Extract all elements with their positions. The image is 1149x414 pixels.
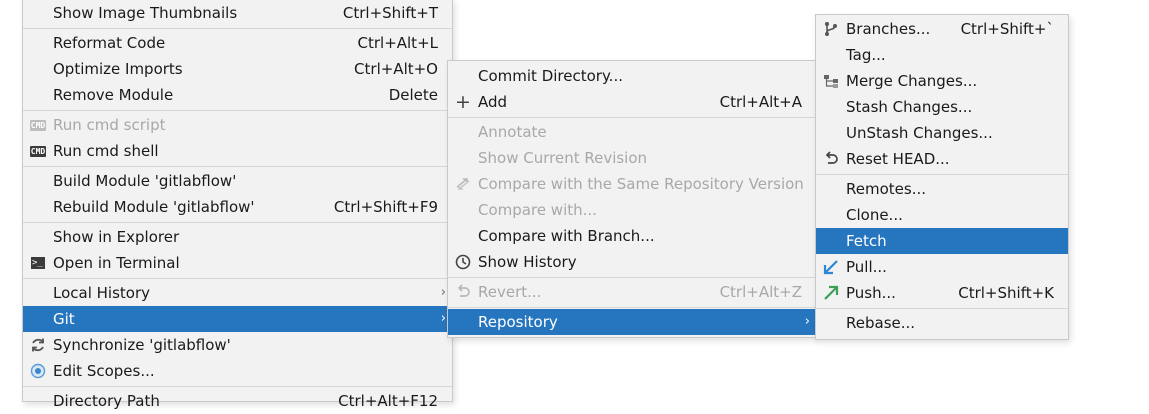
separator [448, 117, 816, 118]
menu-item-reset-head[interactable]: Reset HEAD... [816, 146, 1068, 172]
submenu-arrow-icon: › [804, 314, 810, 329]
menu-item-fetch[interactable]: Fetch [816, 228, 1068, 254]
menu-item-unstash-changes[interactable]: UnStash Changes... [816, 120, 1068, 146]
menu-item-remove-module[interactable]: Remove Module Delete [23, 82, 452, 108]
undo-icon [822, 150, 840, 168]
menu-item-compare-with-branch[interactable]: Compare with Branch... [448, 223, 816, 249]
menu-item-show-image-thumbnails[interactable]: Show Image Thumbnails Ctrl+Shift+T [23, 0, 452, 26]
menu-item-add[interactable]: + Add Ctrl+Alt+A [448, 89, 816, 115]
menu-item-reformat-code[interactable]: Reformat Code Ctrl+Alt+L [23, 30, 452, 56]
menu-item-compare-with[interactable]: Compare with... [448, 197, 816, 223]
menu-item-directory-path[interactable]: Directory Path Ctrl+Alt+F12 [23, 388, 452, 414]
scope-icon [29, 362, 47, 380]
submenu-arrow-icon: › [440, 285, 446, 300]
separator [448, 307, 816, 308]
menu-item-local-history[interactable]: Local History › [23, 280, 452, 306]
separator [23, 28, 452, 29]
menu-item-remotes[interactable]: Remotes... [816, 176, 1068, 202]
menu-item-optimize-imports[interactable]: Optimize Imports Ctrl+Alt+O [23, 56, 452, 82]
menu-item-git[interactable]: Git › [23, 306, 452, 332]
menu-item-pull[interactable]: Pull... [816, 254, 1068, 280]
menu-item-run-cmd-shell[interactable]: CMD Run cmd shell [23, 138, 452, 164]
undo-icon [454, 283, 472, 301]
menu-item-show-in-explorer[interactable]: Show in Explorer [23, 224, 452, 250]
menu-item-rebase[interactable]: Rebase... [816, 310, 1068, 336]
menu-item-compare-same-repo-version[interactable]: Compare with the Same Repository Version [448, 171, 816, 197]
separator [816, 308, 1068, 309]
menu-item-repository[interactable]: Repository › [448, 309, 816, 335]
separator [23, 222, 452, 223]
menu-item-commit-directory[interactable]: Commit Directory... [448, 63, 816, 89]
menu-item-rebuild-module[interactable]: Rebuild Module 'gitlabflow' Ctrl+Shift+F… [23, 194, 452, 220]
merge-icon [822, 72, 840, 90]
git-submenu: Commit Directory... + Add Ctrl+Alt+A Ann… [447, 60, 817, 338]
pull-arrow-icon [822, 258, 840, 276]
menu-item-push[interactable]: Push... Ctrl+Shift+K [816, 280, 1068, 306]
separator [23, 166, 452, 167]
project-context-menu: Show Image Thumbnails Ctrl+Shift+T Refor… [22, 0, 453, 410]
menu-item-branches[interactable]: Branches... Ctrl+Shift+` [816, 16, 1068, 42]
push-arrow-icon [822, 284, 840, 302]
menu-item-revert[interactable]: Revert... Ctrl+Alt+Z [448, 279, 816, 305]
menu-item-run-cmd-script[interactable]: CMD Run cmd script [23, 112, 452, 138]
menu-item-annotate[interactable]: Annotate [448, 119, 816, 145]
menu-item-clone[interactable]: Clone... [816, 202, 1068, 228]
separator [23, 278, 452, 279]
clock-icon [454, 253, 472, 271]
menu-item-tag[interactable]: Tag... [816, 42, 1068, 68]
compare-arrows-icon [454, 175, 472, 193]
menu-item-synchronize[interactable]: Synchronize 'gitlabflow' [23, 332, 452, 358]
separator [23, 386, 452, 387]
cmd-icon: CMD [29, 119, 47, 131]
separator [816, 174, 1068, 175]
menu-item-show-current-revision[interactable]: Show Current Revision [448, 145, 816, 171]
separator [23, 110, 452, 111]
branch-icon [822, 20, 840, 38]
repository-submenu: Branches... Ctrl+Shift+` Tag... Merge Ch… [815, 14, 1069, 340]
menu-item-merge-changes[interactable]: Merge Changes... [816, 68, 1068, 94]
menu-item-edit-scopes[interactable]: Edit Scopes... [23, 358, 452, 384]
terminal-icon: >_ [29, 254, 47, 272]
cmd-icon: CMD [29, 145, 47, 157]
separator [448, 277, 816, 278]
menu-item-show-history[interactable]: Show History [448, 249, 816, 275]
sync-icon [29, 336, 47, 354]
menu-item-stash-changes[interactable]: Stash Changes... [816, 94, 1068, 120]
menu-item-open-in-terminal[interactable]: >_ Open in Terminal [23, 250, 452, 276]
submenu-arrow-icon: › [440, 311, 446, 326]
plus-icon: + [455, 91, 471, 113]
menu-item-build-module[interactable]: Build Module 'gitlabflow' [23, 168, 452, 194]
